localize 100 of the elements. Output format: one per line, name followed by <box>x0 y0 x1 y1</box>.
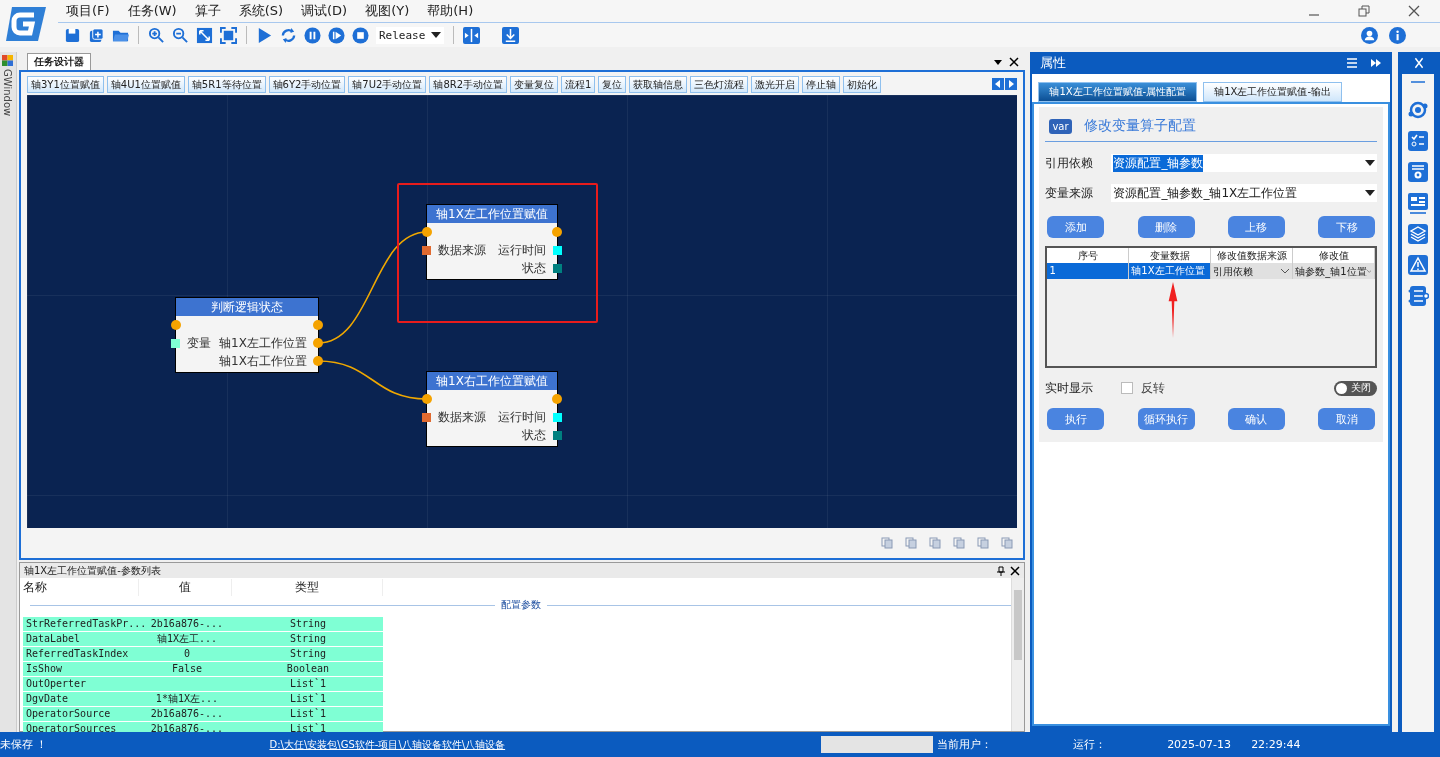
menu-item[interactable]: 算子 <box>194 2 221 20</box>
pin-icon[interactable] <box>996 565 1007 576</box>
select-field[interactable]: 资源配置_轴参数 <box>1111 154 1378 172</box>
column-header[interactable]: 名称 <box>19 578 139 596</box>
close-icon[interactable] <box>1009 57 1020 67</box>
flow-tab[interactable]: 停止轴 <box>802 75 841 93</box>
download-icon[interactable] <box>502 26 519 44</box>
caret-icon[interactable] <box>431 32 441 38</box>
property-tab[interactable]: 轴1X左工作位置赋值-属性配置 <box>1038 82 1198 102</box>
menu-item[interactable]: 任务(W) <box>127 2 177 20</box>
network-icon[interactable] <box>1407 99 1430 121</box>
zoom-out-icon[interactable] <box>172 26 189 44</box>
column-header[interactable]: 值 <box>138 578 232 596</box>
flow-port[interactable] <box>312 320 323 330</box>
menu-item[interactable]: 调试(D) <box>301 2 348 20</box>
node-card[interactable]: 轴1X左工作位置赋值 数据来源 运行时间 状态 <box>426 205 557 279</box>
action-button[interactable]: 确认 <box>1227 408 1285 430</box>
cell-dropdown[interactable]: 引用依赖 <box>1211 263 1294 279</box>
flow-port[interactable] <box>421 227 432 237</box>
flow-tab[interactable]: 轴7U2手动位置 <box>348 75 427 93</box>
table-cell-text: 1*轴1X左... <box>154 692 219 706</box>
input-port[interactable] <box>170 339 180 348</box>
project-path-link[interactable]: D:\大任\安装包\GS软件-项目\八轴设备软件\八轴设备 <box>269 737 506 752</box>
flow-tab[interactable]: 初始化 <box>843 75 882 93</box>
action-button[interactable]: 删除 <box>1137 216 1195 238</box>
input-port[interactable] <box>421 413 431 422</box>
close-icon[interactable] <box>1408 5 1420 17</box>
flow-tab[interactable]: 轴6Y2手动位置 <box>268 75 346 93</box>
add-file-icon[interactable] <box>88 26 105 44</box>
flow-tab[interactable]: 复位 <box>598 75 627 93</box>
user-icon[interactable] <box>1361 26 1378 44</box>
layout-icon[interactable] <box>1407 192 1430 214</box>
menu-icon[interactable] <box>1346 57 1359 69</box>
menu-item[interactable]: 视图(Y) <box>365 2 410 20</box>
flow-tab[interactable]: 轴8R2手动位置 <box>429 75 508 93</box>
pause-icon[interactable] <box>304 26 321 44</box>
input-port[interactable] <box>421 246 431 255</box>
cell-dropdown[interactable]: 轴参数_轴1位置 <box>1293 263 1376 279</box>
split-icon[interactable] <box>463 26 480 44</box>
stop-icon[interactable] <box>352 26 369 44</box>
expand-icon[interactable] <box>196 26 213 44</box>
output-port[interactable] <box>312 338 323 348</box>
run-label: 运行： <box>1073 737 1108 752</box>
action-button[interactable]: 执行 <box>1047 408 1105 430</box>
action-button[interactable]: 取消 <box>1318 408 1376 430</box>
flow-port[interactable] <box>421 394 432 404</box>
flow-tab[interactable]: 变量复位 <box>510 75 559 93</box>
toggle-switch[interactable]: 关闭 <box>1334 380 1378 396</box>
layers-icon[interactable] <box>1407 223 1430 245</box>
flow-tab[interactable]: 三色灯流程 <box>690 75 749 93</box>
menu-item[interactable]: 帮助(H) <box>427 2 474 20</box>
port-label: 运行时间 <box>497 408 546 426</box>
node-list-icon[interactable] <box>1407 285 1430 307</box>
scroll-right-icon[interactable] <box>1005 78 1018 90</box>
flow-tab[interactable]: 轴5R1等待位置 <box>187 75 266 93</box>
caret-icon[interactable] <box>1365 190 1376 196</box>
scroll-left-icon[interactable] <box>992 78 1005 90</box>
step-icon[interactable] <box>328 26 345 44</box>
document-tab[interactable]: 任务设计器 <box>26 53 91 70</box>
info-icon[interactable] <box>1389 26 1406 44</box>
flow-port[interactable] <box>551 227 562 237</box>
flow-tab[interactable]: 流程1 <box>561 75 596 93</box>
menu-item[interactable]: 项目(F) <box>66 2 110 20</box>
flow-port[interactable] <box>170 320 181 330</box>
flow-port[interactable] <box>551 394 562 404</box>
action-button[interactable]: 循环执行 <box>1137 408 1195 430</box>
column-header[interactable]: 类型 <box>231 578 383 596</box>
collapse-icon[interactable] <box>1370 57 1383 69</box>
restore-icon[interactable] <box>1358 5 1370 17</box>
property-tab[interactable]: 轴1X左工作位置赋值-输出 <box>1203 82 1343 102</box>
action-button[interactable]: 上移 <box>1227 216 1285 238</box>
zoom-in-icon[interactable] <box>148 26 165 44</box>
refresh-icon[interactable] <box>280 26 297 44</box>
flow-tab[interactable]: 轴4U1位置赋值 <box>106 75 185 93</box>
action-button[interactable]: 下移 <box>1318 216 1376 238</box>
menu-item[interactable]: 系统(S) <box>238 2 284 20</box>
checkbox[interactable] <box>1121 382 1134 394</box>
scrollbar[interactable] <box>1011 578 1025 731</box>
node-card[interactable]: 判断逻辑状态 变量 轴1X左工作位置 轴1X右工作位置 <box>175 298 318 372</box>
window-icon[interactable] <box>2 55 14 66</box>
side-tab[interactable]: GWindow <box>2 69 13 117</box>
checklist-icon[interactable] <box>1407 130 1430 152</box>
select-field[interactable]: 资源配置_轴参数_轴1X左工作位置 <box>1111 184 1378 202</box>
build-mode-dropdown[interactable]: Release <box>376 26 444 44</box>
caret-icon[interactable] <box>1365 160 1376 166</box>
play-icon[interactable] <box>256 26 273 44</box>
flow-tab[interactable]: 激光开启 <box>751 75 800 93</box>
flow-tab[interactable]: 获取轴信息 <box>629 75 688 93</box>
close-icon[interactable] <box>1413 57 1426 69</box>
node-card[interactable]: 轴1X右工作位置赋值 数据来源 运行时间 状态 <box>426 372 557 446</box>
settings-list-icon[interactable] <box>1407 161 1430 183</box>
flow-tab[interactable]: 轴3Y1位置赋值 <box>26 75 104 93</box>
warning-icon[interactable] <box>1407 254 1430 276</box>
action-button[interactable]: 添加 <box>1047 216 1105 238</box>
save-icon[interactable] <box>64 26 81 44</box>
fit-screen-icon[interactable] <box>220 26 237 44</box>
output-port[interactable] <box>312 356 323 366</box>
close-icon[interactable] <box>1010 565 1021 576</box>
minimize-icon[interactable] <box>1410 80 1427 84</box>
dropdown-icon[interactable] <box>993 57 1004 67</box>
